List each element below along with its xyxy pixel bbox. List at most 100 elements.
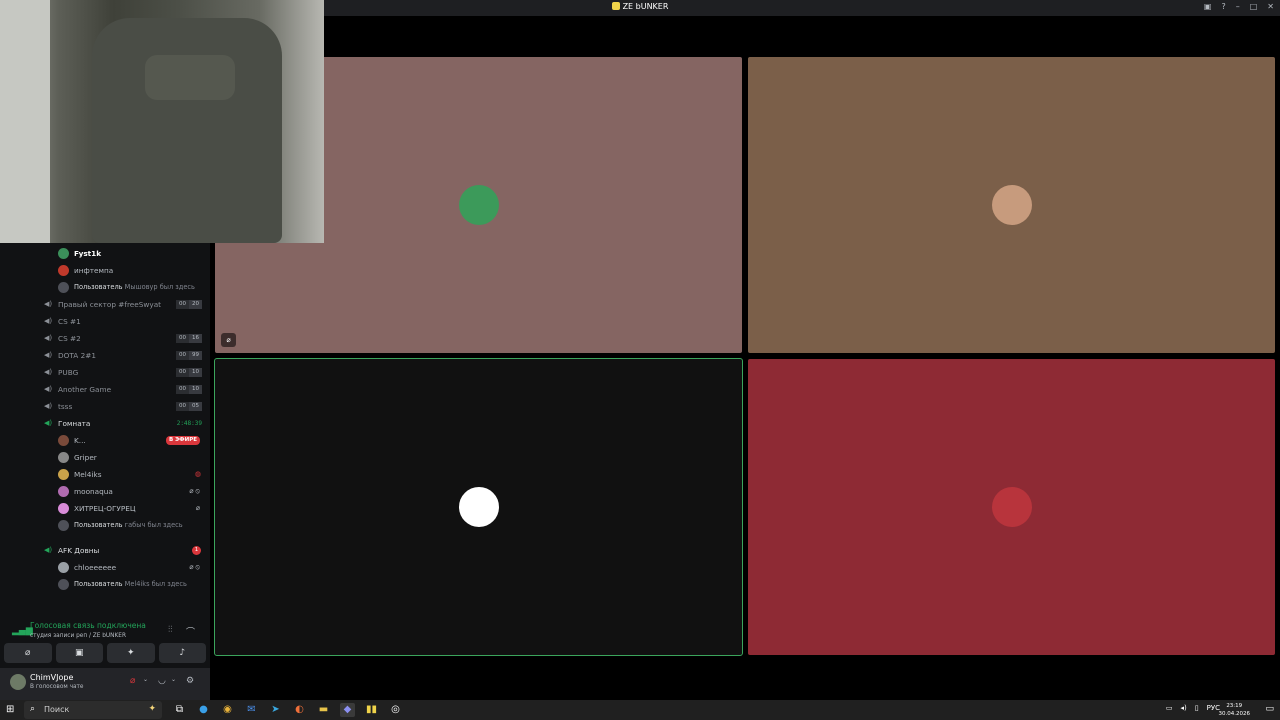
mail-icon[interactable]: ✉	[244, 703, 259, 717]
avatar[interactable]	[10, 674, 26, 690]
chrome-icon[interactable]: ◉	[220, 703, 235, 717]
telegram-icon[interactable]: ➤	[268, 703, 283, 717]
webcam-chair	[92, 18, 282, 243]
voice-channel[interactable]: ◀) DOTA 2#1 00 99	[0, 347, 210, 364]
task-view-icon[interactable]: ⧉	[172, 703, 187, 717]
voice-user[interactable]: Mel4iks ◍	[0, 466, 210, 483]
activities-button[interactable]: ✦	[107, 643, 155, 663]
speaker-icon: ◀)	[44, 419, 53, 427]
voice-channel[interactable]: ◀) Another Game 00 10	[0, 381, 210, 398]
mute-deafen-icon: ⌀⦸	[189, 487, 202, 495]
channel-name: Гомната	[58, 419, 91, 428]
user-max: 10	[189, 385, 202, 394]
user-count: 00	[176, 368, 189, 377]
clock[interactable]: 23:19 30.04.2026	[1219, 702, 1251, 718]
speaker-icon: ◀)	[44, 385, 53, 393]
speaker-icon: ◀)	[44, 351, 53, 359]
voice-user[interactable]: Griper	[0, 449, 210, 466]
voice-user[interactable]: инфтемпа	[0, 262, 210, 279]
channel-name: tsss	[58, 402, 73, 411]
speaker-icon: ◀)	[44, 317, 53, 325]
voice-status[interactable]: Голосовая связь подключена	[30, 621, 146, 630]
speaker-icon: ◀)	[44, 300, 53, 308]
inbox-icon[interactable]: ▣	[1204, 2, 1212, 11]
user-status: В голосовом чате	[30, 684, 84, 690]
video-icon: ◍	[194, 470, 201, 478]
voice-channel[interactable]: ◀) CS #2 00 16	[0, 330, 210, 347]
voice-channel[interactable]: ◀) Правый сектор #freeSwyat 00 20	[0, 296, 210, 313]
video-tile-4[interactable]	[748, 359, 1275, 655]
discord-icon[interactable]: ◆	[340, 703, 355, 717]
webcam-window-light	[0, 0, 50, 243]
voice-user[interactable]: K... В ЭФИРЕ	[0, 432, 210, 449]
search-input[interactable]: Поиск	[44, 705, 69, 714]
user-max: 99	[189, 351, 202, 360]
user-limit: 00 10	[176, 368, 202, 377]
voice-user[interactable]: moonaqua ⌀⦸	[0, 483, 210, 500]
voice-channel[interactable]: ◀) tsss 00 05	[0, 398, 210, 415]
user-name: Fyst1k	[74, 249, 102, 258]
voice-channel[interactable]: ◀) PUBG 00 10	[0, 364, 210, 381]
copilot-icon: ✦	[148, 704, 156, 714]
headphones-icon[interactable]: ◡	[158, 676, 166, 686]
voice-channel[interactable]: ◀) Гомната 2:48:39	[0, 415, 210, 432]
battery-icon[interactable]: ▯	[1195, 704, 1199, 712]
volume-icon[interactable]: ◂)	[1181, 704, 1187, 712]
voice-user[interactable]: chloeeeeee ⌀⦸	[0, 559, 210, 576]
user-limit: 00 99	[176, 351, 202, 360]
mic-muted-icon[interactable]: ⌀	[130, 676, 135, 686]
user-count: 00	[176, 351, 189, 360]
user-max: 10	[189, 368, 202, 377]
avatar	[58, 579, 69, 590]
share-screen-button[interactable]: ▣	[55, 643, 103, 663]
file-explorer-icon[interactable]: ▬	[316, 703, 331, 717]
yellow-app-icon[interactable]: ▮▮	[364, 703, 379, 717]
edge-icon[interactable]: ●	[196, 703, 211, 717]
taskbar-search[interactable]: ⌕ Поиск ✦	[24, 701, 162, 719]
webcam-chair-pillow	[145, 55, 235, 100]
gear-icon[interactable]: ⚙	[186, 676, 194, 686]
soundboard-button[interactable]: ♪	[158, 643, 206, 663]
noise-suppression-icon[interactable]: ⫶⫶	[168, 625, 173, 635]
participant-avatar	[458, 185, 499, 225]
webcam-preview[interactable]	[0, 0, 324, 243]
minimize-button[interactable]: –	[1236, 2, 1240, 11]
user-name: moonaqua	[74, 487, 113, 496]
video-tile-2[interactable]	[748, 57, 1275, 353]
close-button[interactable]: ✕	[1267, 2, 1274, 11]
user-name: ХИТРЕЦ-ОГУРЕЦ	[74, 504, 136, 513]
avatar	[58, 452, 69, 463]
network-icon[interactable]: ▭	[1166, 704, 1173, 712]
camera-off-button[interactable]: ⌀	[4, 643, 52, 663]
user-max: 20	[189, 300, 202, 309]
user-max: 05	[189, 402, 202, 411]
video-tile-3[interactable]	[214, 358, 743, 656]
ghost-text: Mel4iks был здесь	[124, 580, 187, 588]
help-icon[interactable]: ?	[1221, 2, 1225, 11]
voice-channel[interactable]: ◀) CS #1	[0, 313, 210, 330]
username[interactable]: ChimVJope	[30, 673, 73, 682]
user-limit: 00 10	[176, 385, 202, 394]
notification-badge: 1	[192, 546, 201, 555]
maximize-button[interactable]: □	[1250, 2, 1258, 11]
notifications-icon[interactable]: ▭	[1265, 704, 1274, 714]
ghost-label: Пользователь	[74, 580, 123, 588]
chevron-down-icon[interactable]: ⌄	[171, 676, 176, 683]
avatar	[58, 562, 69, 573]
voice-location[interactable]: студия записи реп / ZE bUNKER	[30, 633, 126, 639]
speaker-icon: ◀)	[44, 334, 53, 342]
user-name: K...	[74, 436, 86, 445]
chevron-down-icon[interactable]: ⌄	[143, 676, 148, 683]
user-count: 00	[176, 385, 189, 394]
recent-user: Пользователь габыч был здесь	[0, 517, 210, 534]
voice-user[interactable]: ХИТРЕЦ-ОГУРЕЦ ⌀	[0, 500, 210, 517]
voice-user[interactable]: Fyst1k	[0, 245, 210, 262]
windows-start-icon[interactable]: ⊞	[6, 704, 14, 716]
user-panel: ChimVJope В голосовом чате ⌀ ⌄ ◡ ⌄ ⚙	[0, 668, 210, 700]
voice-channel[interactable]: ◀) AFK Довны 1	[0, 542, 210, 559]
disconnect-icon[interactable]: ⌒	[186, 625, 195, 638]
firefox-icon[interactable]: ◐	[292, 703, 307, 717]
obs-icon[interactable]: ◎	[388, 703, 403, 717]
avatar	[58, 435, 69, 446]
